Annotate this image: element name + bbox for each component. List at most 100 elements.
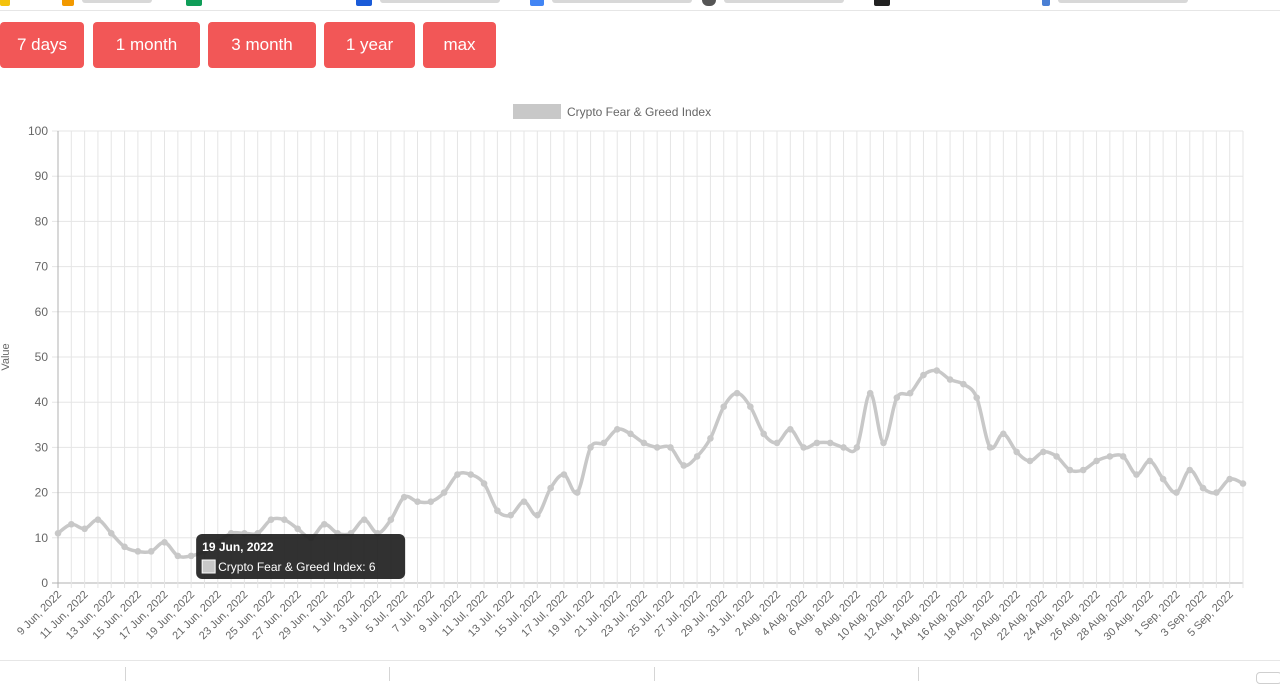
bookmark-icon[interactable] xyxy=(702,0,716,6)
data-point[interactable] xyxy=(840,444,847,451)
data-point[interactable] xyxy=(1039,448,1047,456)
data-point[interactable] xyxy=(1239,480,1247,487)
data-point[interactable] xyxy=(534,511,541,519)
data-point[interactable] xyxy=(560,471,568,478)
y-tick-label: 80 xyxy=(35,214,49,228)
bookmark-icon[interactable] xyxy=(530,0,544,6)
data-point[interactable] xyxy=(414,498,421,505)
data-point[interactable] xyxy=(281,516,288,524)
data-point[interactable] xyxy=(360,516,368,524)
data-point[interactable] xyxy=(467,471,475,478)
data-point[interactable] xyxy=(294,525,301,533)
data-point[interactable] xyxy=(54,529,62,537)
data-point[interactable] xyxy=(174,552,182,560)
bookmark-icon[interactable] xyxy=(0,0,10,6)
data-point[interactable] xyxy=(121,543,128,551)
data-point[interactable] xyxy=(1066,466,1074,474)
data-point[interactable] xyxy=(81,525,88,533)
data-point[interactable] xyxy=(986,444,994,451)
corner-button[interactable] xyxy=(1256,672,1280,684)
bookmark-icon[interactable] xyxy=(874,0,890,6)
data-point[interactable] xyxy=(826,439,834,447)
data-point[interactable] xyxy=(1106,453,1114,460)
range-7-days-button[interactable]: 7 days xyxy=(0,22,84,68)
range-1-year-button[interactable]: 1 year xyxy=(324,22,415,68)
data-point[interactable] xyxy=(400,493,408,501)
bookmark-icon[interactable] xyxy=(356,0,372,6)
data-point[interactable] xyxy=(773,439,781,447)
data-point[interactable] xyxy=(1119,453,1127,460)
data-point[interactable] xyxy=(587,444,594,451)
data-point[interactable] xyxy=(454,471,461,478)
data-point[interactable] xyxy=(1013,448,1020,456)
data-point[interactable] xyxy=(1213,489,1220,496)
data-point[interactable] xyxy=(267,516,275,524)
legend-swatch[interactable] xyxy=(513,104,561,119)
data-point[interactable] xyxy=(480,480,488,487)
data-point[interactable] xyxy=(1079,466,1087,474)
data-point[interactable] xyxy=(161,539,168,546)
bookmark-icon[interactable] xyxy=(62,0,74,6)
data-point[interactable] xyxy=(440,489,448,496)
data-point[interactable] xyxy=(613,426,621,433)
data-point[interactable] xyxy=(627,430,634,438)
y-tick-label: 50 xyxy=(35,350,49,364)
data-point[interactable] xyxy=(1000,430,1007,438)
data-point[interactable] xyxy=(387,516,395,524)
data-point[interactable] xyxy=(187,552,195,560)
data-point[interactable] xyxy=(147,548,155,555)
data-point[interactable] xyxy=(960,380,967,388)
data-point[interactable] xyxy=(1133,471,1140,478)
data-point[interactable] xyxy=(946,376,954,383)
data-point[interactable] xyxy=(1226,475,1233,483)
data-point[interactable] xyxy=(707,435,714,442)
data-point[interactable] xyxy=(1186,466,1194,474)
data-point[interactable] xyxy=(693,453,701,460)
data-point[interactable] xyxy=(933,367,941,374)
data-point[interactable] xyxy=(880,439,887,447)
data-point[interactable] xyxy=(787,426,794,433)
data-point[interactable] xyxy=(1146,457,1154,465)
data-point[interactable] xyxy=(1173,489,1180,496)
data-point[interactable] xyxy=(680,462,688,469)
data-point[interactable] xyxy=(1159,475,1167,483)
data-point[interactable] xyxy=(600,439,608,447)
range-max-button[interactable]: max xyxy=(423,22,496,68)
data-point[interactable] xyxy=(973,394,981,401)
data-point[interactable] xyxy=(906,389,914,397)
data-point[interactable] xyxy=(866,389,874,397)
data-point[interactable] xyxy=(1093,457,1100,465)
data-point[interactable] xyxy=(573,489,581,496)
data-point[interactable] xyxy=(853,444,861,451)
data-point[interactable] xyxy=(320,520,328,528)
fear-greed-chart[interactable]: 01020304050607080901009 Jun, 202211 Jun,… xyxy=(0,90,1280,660)
data-point[interactable] xyxy=(68,520,75,528)
range-1-month-button[interactable]: 1 month xyxy=(93,22,200,68)
range-3-month-button[interactable]: 3 month xyxy=(208,22,316,68)
data-point[interactable] xyxy=(1199,484,1207,492)
data-point[interactable] xyxy=(1026,457,1034,465)
data-point[interactable] xyxy=(1053,453,1060,460)
data-point[interactable] xyxy=(640,439,648,447)
data-point[interactable] xyxy=(507,511,514,519)
data-point[interactable] xyxy=(653,444,661,451)
data-point[interactable] xyxy=(920,371,927,379)
legend-label[interactable]: Crypto Fear & Greed Index xyxy=(567,105,711,119)
data-point[interactable] xyxy=(800,444,807,451)
data-point[interactable] xyxy=(94,516,102,524)
data-point[interactable] xyxy=(427,498,435,505)
data-point[interactable] xyxy=(813,439,821,447)
data-point[interactable] xyxy=(107,529,115,537)
data-point[interactable] xyxy=(494,507,501,514)
bookmark-icon[interactable] xyxy=(1042,0,1050,6)
data-point[interactable] xyxy=(134,548,142,555)
data-point[interactable] xyxy=(520,498,528,505)
data-point[interactable] xyxy=(893,394,901,401)
data-point[interactable] xyxy=(720,403,728,411)
data-point[interactable] xyxy=(747,403,754,411)
bookmark-icon[interactable] xyxy=(186,0,202,6)
data-point[interactable] xyxy=(760,430,767,438)
data-point[interactable] xyxy=(547,484,554,492)
data-point[interactable] xyxy=(733,389,741,397)
data-point[interactable] xyxy=(667,444,674,451)
